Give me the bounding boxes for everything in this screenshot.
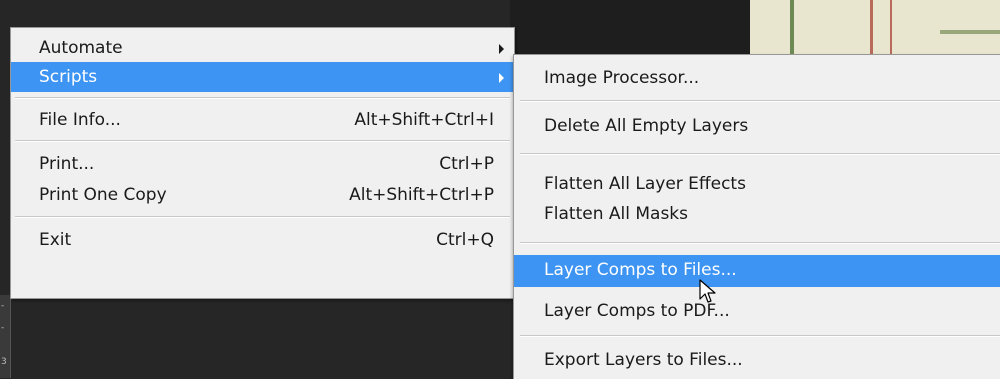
submenu-item-layer-comps-to-files[interactable]: Layer Comps to Files... (514, 255, 1000, 287)
menu-item-label: Exit (39, 230, 72, 250)
scripts-submenu: Image Processor... Delete All Empty Laye… (513, 54, 1000, 379)
menu-item-shortcut: Ctrl+Q (436, 230, 494, 250)
menu-item-label: Scripts (39, 67, 98, 87)
menu-item-label: Flatten All Layer Effects (544, 174, 746, 194)
submenu-item-image-processor[interactable]: Image Processor... (514, 63, 1000, 93)
menu-item-label: Layer Comps to Files... (544, 260, 737, 280)
menu-item-file-info[interactable]: File Info... Alt+Shift+Ctrl+I (11, 105, 514, 135)
mouse-pointer-icon (699, 279, 716, 303)
submenu-arrow-icon (499, 44, 504, 54)
menu-separator (15, 140, 510, 142)
submenu-item-layer-comps-to-pdf[interactable]: Layer Comps to PDF... (514, 296, 1000, 326)
menu-item-label: Print... (39, 154, 95, 174)
menu-item-exit[interactable]: Exit Ctrl+Q (11, 225, 514, 255)
menu-item-label: File Info... (39, 110, 121, 130)
menu-item-print-one-copy[interactable]: Print One Copy Alt+Shift+Ctrl+P (11, 180, 514, 210)
menu-separator (520, 153, 1000, 155)
submenu-item-flatten-layer-effects[interactable]: Flatten All Layer Effects (514, 169, 1000, 199)
menu-item-label: Export Layers to Files... (544, 350, 743, 370)
menu-item-print[interactable]: Print... Ctrl+P (11, 149, 514, 179)
menu-separator (520, 100, 1000, 102)
submenu-item-export-layers-to-files[interactable]: Export Layers to Files... (514, 345, 1000, 375)
ruler-mark: - (1, 323, 5, 333)
vertical-ruler: - - 3 (0, 295, 11, 378)
document-artwork (750, 0, 1000, 60)
ruler-mark: - (1, 301, 5, 311)
menu-item-label: Delete All Empty Layers (544, 116, 749, 136)
menu-item-automate[interactable]: Automate (11, 33, 514, 63)
menu-item-label: Automate (39, 38, 123, 58)
menu-item-label: Image Processor... (544, 68, 700, 88)
menu-item-shortcut: Alt+Shift+Ctrl+P (349, 185, 494, 205)
menu-item-label: Print One Copy (39, 185, 167, 205)
menu-item-shortcut: Alt+Shift+Ctrl+I (354, 110, 494, 130)
menu-separator (520, 335, 1000, 337)
submenu-arrow-icon (499, 73, 504, 83)
file-menu: Automate Scripts File Info... Alt+Shift+… (10, 27, 515, 299)
submenu-item-flatten-masks[interactable]: Flatten All Masks (514, 199, 1000, 229)
menu-separator (15, 97, 510, 99)
menu-separator (520, 242, 1000, 244)
menu-separator (15, 216, 510, 218)
menu-item-label: Flatten All Masks (544, 204, 689, 224)
submenu-item-delete-empty-layers[interactable]: Delete All Empty Layers (514, 111, 1000, 141)
menu-item-shortcut: Ctrl+P (439, 154, 494, 174)
ruler-mark: 3 (1, 357, 7, 367)
menu-item-scripts[interactable]: Scripts (11, 62, 514, 92)
